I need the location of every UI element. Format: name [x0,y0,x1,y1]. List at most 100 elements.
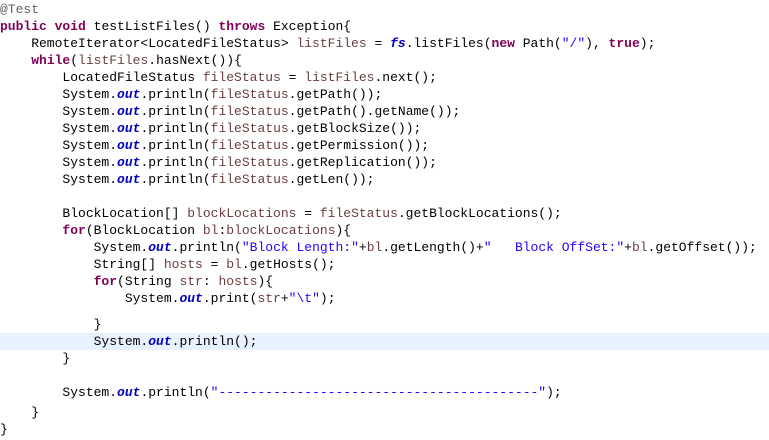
code-token: + [280,291,289,306]
code-token: BlockLocation[] [0,206,188,221]
code-token: blockLocations [187,206,297,221]
code-token: "Block Length:" [241,240,359,255]
code-token: ){ [257,274,274,289]
code-line[interactable]: for(BlockLocation bl:blockLocations){ [0,222,769,239]
code-token: out [117,385,141,400]
code-token: fileStatus [210,138,289,153]
code-line[interactable]: while(listFiles.hasNext()){ [0,52,769,69]
code-line[interactable]: System.out.println(fileStatus.getPermiss… [0,137,769,154]
code-token: System. [0,385,118,400]
code-token: } [0,351,71,366]
code-line[interactable]: } [0,316,769,333]
code-line[interactable]: } [0,350,769,367]
code-token: Path( [514,36,562,51]
code-line[interactable]: System.out.println(); [0,333,769,350]
code-token: (BlockLocation [85,223,203,238]
code-token: void [54,19,86,34]
code-line[interactable]: System.out.println("--------------------… [0,384,769,401]
code-token: .println( [140,87,211,102]
code-token: .print( [202,291,258,306]
code-token: .println( [140,155,211,170]
code-token: fileStatus [210,121,289,136]
code-line[interactable]: System.out.println("Block Length:"+bl.ge… [0,239,769,256]
code-line[interactable] [0,367,769,384]
code-token: + [624,240,632,255]
code-token: (String [117,274,180,289]
code-line[interactable]: System.out.print(str+"\t"); [0,290,769,307]
code-token: out [117,172,141,187]
code-token: "---------------------------------------… [210,385,547,400]
code-token: hosts [163,257,203,272]
code-token: .println( [140,121,211,136]
code-line[interactable]: } [0,404,769,421]
code-token: fs [390,36,406,51]
code-token: = [280,70,305,85]
code-token: .listFiles( [405,36,492,51]
code-token: .getOffset()); [647,240,757,255]
code-token: bl [366,240,383,255]
code-token: out [148,334,172,349]
code-token: listFiles [304,70,375,85]
code-token: bl [226,257,242,272]
code-token: .println( [140,385,211,400]
code-token: out [117,87,141,102]
code-token: @Test [0,2,40,17]
code-token: str [257,291,281,306]
code-line[interactable]: String[] hosts = bl.getHosts(); [0,256,769,273]
code-token: System. [0,104,118,119]
code-line[interactable]: BlockLocation[] blockLocations = fileSta… [0,205,769,222]
code-line[interactable]: System.out.println(fileStatus.getPath())… [0,86,769,103]
code-token: fileStatus [202,70,281,85]
code-token: out [117,121,141,136]
code-token: } [0,422,8,437]
code-line[interactable]: for(String str: hosts){ [0,273,769,290]
code-token: fileStatus [210,172,289,187]
code-token: RemoteIterator<LocatedFileStatus> [0,36,297,51]
code-token: .println( [140,104,211,119]
code-token: fileStatus [210,87,289,102]
code-token: LocatedFileStatus [0,70,203,85]
code-line[interactable]: System.out.println(fileStatus.getPath().… [0,103,769,120]
code-line[interactable]: System.out.println(fileStatus.getReplica… [0,154,769,171]
code-token: "/" [561,36,586,51]
code-token: ){ [335,223,352,238]
code-line[interactable]: } [0,421,769,438]
code-token: listFiles [78,53,149,68]
code-token: fileStatus [319,206,398,221]
code-token: System. [0,291,180,306]
code-token: = [296,206,320,221]
code-line[interactable]: System.out.println(fileStatus.getLen()); [0,171,769,188]
code-token: String[] [0,257,164,272]
code-token: for [93,274,118,289]
code-line[interactable]: RemoteIterator<LocatedFileStatus> listFi… [0,35,769,52]
code-token: for [62,223,86,238]
code-token: listFiles [296,36,367,51]
code-token: "\t" [288,291,320,306]
code-line[interactable]: LocatedFileStatus fileStatus = listFiles… [0,69,769,86]
code-token: out [179,291,203,306]
code-token: .hasNext()){ [148,53,242,68]
code-token: .getPath().getName()); [288,104,461,119]
code-token: .getBlockSize()); [288,121,422,136]
code-token: .next(); [374,70,437,85]
code-line[interactable]: @Test [0,1,769,18]
code-line[interactable] [0,188,769,205]
code-token: System. [0,155,118,170]
code-line[interactable]: public void testListFiles() throws Excep… [0,18,769,35]
code-line[interactable]: System.out.println(fileStatus.getBlockSi… [0,120,769,137]
code-token: " Block OffSet:" [483,240,625,255]
code-token: bl [202,223,219,238]
code-token: .getHosts(); [241,257,336,272]
code-editor[interactable]: @Test public void testListFiles() throws… [0,0,769,440]
code-token: .println( [171,240,242,255]
code-token: + [358,240,367,255]
code-token: ); [546,385,562,400]
code-token: out [117,138,141,153]
code-token: while [31,53,71,68]
code-token: .println(); [171,334,258,349]
code-token: blockLocations [226,223,336,238]
code-token: } [0,405,40,420]
